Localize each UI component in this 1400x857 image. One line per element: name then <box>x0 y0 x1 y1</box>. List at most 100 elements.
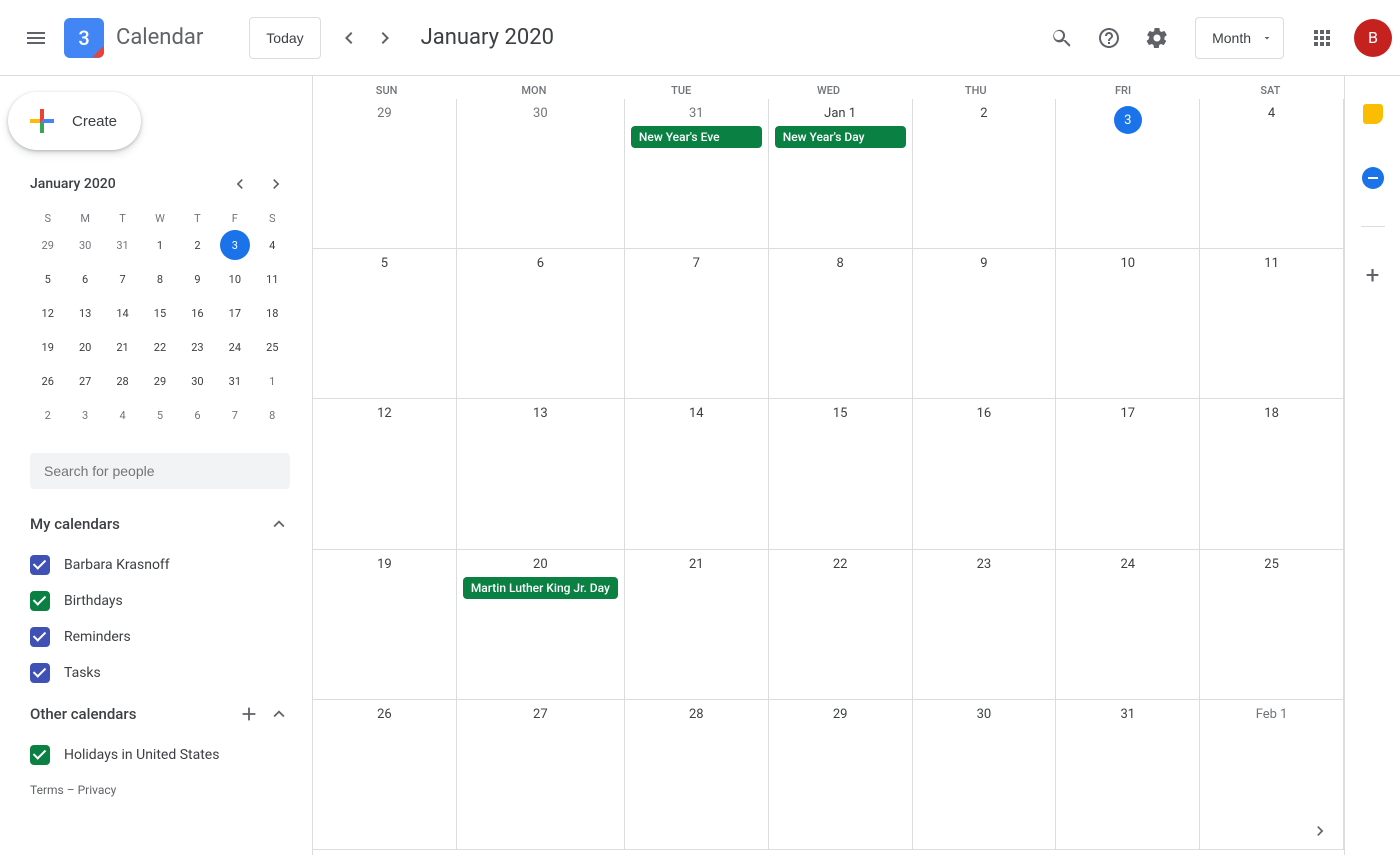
tasks-app-button[interactable] <box>1351 156 1395 200</box>
account-avatar[interactable]: B <box>1354 19 1392 57</box>
minical-day[interactable]: 6 <box>70 264 100 294</box>
day-cell[interactable]: 15 <box>769 399 913 549</box>
day-cell[interactable]: 29 <box>769 700 913 850</box>
calendar-item[interactable]: Birthdays <box>24 583 296 619</box>
day-number[interactable]: 24 <box>1060 554 1195 575</box>
minical-day[interactable]: 15 <box>145 298 175 328</box>
day-cell[interactable]: 22 <box>769 550 913 700</box>
event-chip[interactable]: Martin Luther King Jr. Day <box>463 577 618 599</box>
day-number[interactable]: 10 <box>1060 253 1195 274</box>
checkbox-icon[interactable] <box>30 663 50 683</box>
minical-day[interactable]: 4 <box>257 230 287 260</box>
minical-day[interactable]: 3 <box>70 400 100 430</box>
side-panel-toggle[interactable] <box>1304 815 1336 847</box>
minical-day[interactable]: 5 <box>33 264 63 294</box>
minical-day[interactable]: 30 <box>182 366 212 396</box>
minical-day[interactable]: 6 <box>182 400 212 430</box>
checkbox-icon[interactable] <box>30 627 50 647</box>
day-number[interactable]: 27 <box>461 704 620 725</box>
day-number[interactable]: 3 <box>1060 103 1195 137</box>
today-button[interactable]: Today <box>249 17 320 59</box>
minical-day[interactable]: 24 <box>220 332 250 362</box>
minical-day[interactable]: 27 <box>70 366 100 396</box>
day-cell[interactable]: 17 <box>1056 399 1200 549</box>
calendar-item[interactable]: Barbara Krasnoff <box>24 547 296 583</box>
day-cell[interactable]: 9 <box>913 249 1057 399</box>
day-number[interactable]: 6 <box>461 253 620 274</box>
day-cell[interactable]: 12 <box>313 399 457 549</box>
day-number[interactable]: 31 <box>1060 704 1195 725</box>
add-addon-button[interactable]: + <box>1351 253 1395 297</box>
minical-day[interactable]: 1 <box>145 230 175 260</box>
event-chip[interactable]: New Year's Day <box>775 126 906 148</box>
minical-day[interactable]: 14 <box>108 298 138 328</box>
minical-day[interactable]: 8 <box>257 400 287 430</box>
minical-day[interactable]: 19 <box>33 332 63 362</box>
day-number[interactable]: 8 <box>773 253 908 274</box>
day-cell[interactable]: 13 <box>457 399 625 549</box>
day-number[interactable]: 31 <box>629 103 764 124</box>
minical-day[interactable]: 7 <box>108 264 138 294</box>
day-number[interactable]: 12 <box>317 403 452 424</box>
search-people-input[interactable] <box>30 453 290 489</box>
minical-day[interactable]: 16 <box>182 298 212 328</box>
day-number[interactable]: 18 <box>1204 403 1339 424</box>
plus-icon[interactable] <box>238 703 260 725</box>
minical-day[interactable]: 5 <box>145 400 175 430</box>
day-number[interactable]: 22 <box>773 554 908 575</box>
day-number[interactable]: 23 <box>917 554 1052 575</box>
next-period-button[interactable] <box>367 20 403 56</box>
event-chip[interactable]: New Year's Eve <box>631 126 762 148</box>
day-cell[interactable]: 29 <box>313 99 457 249</box>
day-cell[interactable]: 10 <box>1056 249 1200 399</box>
minical-day[interactable]: 8 <box>145 264 175 294</box>
create-button[interactable]: Create <box>8 92 141 150</box>
day-cell[interactable]: 30 <box>913 700 1057 850</box>
day-number[interactable]: 7 <box>629 253 764 274</box>
minical-day[interactable]: 22 <box>145 332 175 362</box>
day-cell[interactable]: 24 <box>1056 550 1200 700</box>
other-calendars-toggle[interactable]: Other calendars <box>24 691 296 737</box>
day-number[interactable]: 20 <box>461 554 620 575</box>
day-cell[interactable]: 11 <box>1200 249 1344 399</box>
day-number[interactable]: 30 <box>917 704 1052 725</box>
day-number[interactable]: 21 <box>629 554 764 575</box>
minical-day[interactable]: 7 <box>220 400 250 430</box>
minical-day[interactable]: 9 <box>182 264 212 294</box>
day-cell[interactable]: 21 <box>625 550 769 700</box>
day-number[interactable]: 14 <box>629 403 764 424</box>
minical-next-button[interactable] <box>262 170 290 198</box>
minical-day[interactable]: 29 <box>145 366 175 396</box>
day-number[interactable]: 13 <box>461 403 620 424</box>
minical-day[interactable]: 13 <box>70 298 100 328</box>
day-number[interactable]: 11 <box>1204 253 1339 274</box>
minical-day[interactable]: 30 <box>70 230 100 260</box>
minical-day[interactable]: 18 <box>257 298 287 328</box>
minical-day[interactable]: 31 <box>220 366 250 396</box>
calendar-item[interactable]: Tasks <box>24 655 296 691</box>
minical-day[interactable]: 17 <box>220 298 250 328</box>
day-number[interactable]: 29 <box>317 103 452 124</box>
day-cell[interactable]: 19 <box>313 550 457 700</box>
minical-day[interactable]: 25 <box>257 332 287 362</box>
day-number[interactable]: 17 <box>1060 403 1195 424</box>
day-cell[interactable]: 27 <box>457 700 625 850</box>
privacy-link[interactable]: Privacy <box>78 783 117 797</box>
minical-day[interactable]: 26 <box>33 366 63 396</box>
day-cell[interactable]: 14 <box>625 399 769 549</box>
day-number[interactable]: 19 <box>317 554 452 575</box>
day-cell[interactable]: 25 <box>1200 550 1344 700</box>
keep-app-button[interactable] <box>1351 92 1395 136</box>
day-cell[interactable]: 4 <box>1200 99 1344 249</box>
search-button[interactable] <box>1037 14 1085 62</box>
settings-button[interactable] <box>1133 14 1181 62</box>
minical-day[interactable]: 23 <box>182 332 212 362</box>
calendar-item[interactable]: Reminders <box>24 619 296 655</box>
my-calendars-toggle[interactable]: My calendars <box>24 501 296 547</box>
minical-day[interactable]: 12 <box>33 298 63 328</box>
checkbox-icon[interactable] <box>30 555 50 575</box>
day-cell[interactable]: 16 <box>913 399 1057 549</box>
apps-button[interactable] <box>1298 14 1346 62</box>
day-cell[interactable]: 3 <box>1056 99 1200 249</box>
day-cell[interactable]: 7 <box>625 249 769 399</box>
